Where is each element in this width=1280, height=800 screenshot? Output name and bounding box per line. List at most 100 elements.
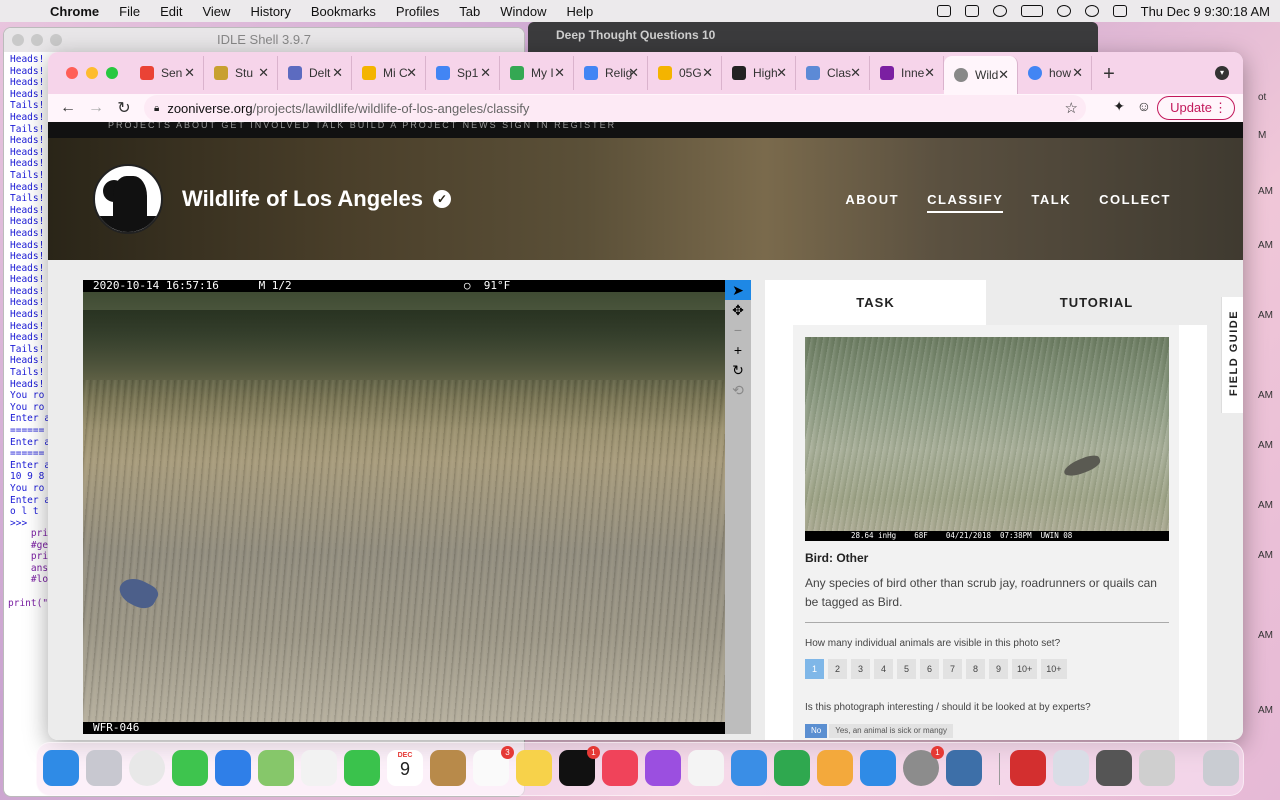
nav-about[interactable]: ABOUT [845, 192, 899, 213]
count-5[interactable]: 5 [897, 659, 916, 679]
tab-slides-05g[interactable]: 05G ✕ [648, 56, 722, 90]
close-tab-icon[interactable]: ✕ [554, 65, 565, 81]
new-tab-button[interactable]: + [1092, 63, 1126, 86]
tab-gmail[interactable]: Sen ✕ [130, 56, 204, 90]
subject-image[interactable]: 2020-10-14 16:57:16 M 1/2 ○ 91°F WFR-046 [83, 280, 725, 734]
close-tab-icon[interactable]: ✕ [258, 65, 269, 81]
nav-collect[interactable]: COLLECT [1099, 192, 1171, 213]
menu-edit[interactable]: Edit [150, 4, 192, 19]
pan-tool-icon[interactable]: ✥ [725, 300, 751, 320]
tab-drive[interactable]: My I ✕ [500, 56, 574, 90]
count-9[interactable]: 9 [989, 659, 1008, 679]
preview-icon[interactable] [1053, 750, 1089, 786]
tab-docs-religion[interactable]: Relig ✕ [574, 56, 648, 90]
minimize-dot[interactable] [31, 34, 43, 46]
count-3[interactable]: 3 [851, 659, 870, 679]
tab-inner[interactable]: Inne ✕ [870, 56, 944, 90]
contacts-icon[interactable] [430, 750, 466, 786]
tab-delta[interactable]: Delt ✕ [278, 56, 352, 90]
profile-avatar[interactable]: ☺ [1137, 98, 1151, 114]
keynote-icon[interactable] [731, 750, 767, 786]
reload-button[interactable]: ↻ [110, 98, 138, 118]
lock-icon[interactable]: 🔒︎ [154, 103, 159, 114]
facetime-icon[interactable] [344, 750, 380, 786]
messages-icon[interactable] [172, 750, 208, 786]
close-tab-icon[interactable]: ✕ [776, 65, 787, 81]
count-1[interactable]: 1 [805, 659, 824, 679]
menu-window[interactable]: Window [490, 4, 556, 19]
answer-no[interactable]: No [805, 724, 828, 738]
close-tab-icon[interactable]: ✕ [924, 65, 935, 81]
focus-moon-icon[interactable] [992, 5, 1007, 17]
maps-icon[interactable] [258, 750, 294, 786]
close-tab-icon[interactable]: ✕ [332, 65, 343, 81]
menu-history[interactable]: History [240, 4, 300, 19]
field-guide-button[interactable]: FIELD GUIDE [1221, 297, 1243, 413]
zoom-dot[interactable] [50, 34, 62, 46]
finder-icon[interactable] [43, 750, 79, 786]
tab-wildlife-active[interactable]: Wild ✕ [944, 56, 1018, 94]
reset-icon[interactable]: ⟲ [725, 380, 751, 400]
extensions-puzzle-icon[interactable]: ✦ [1113, 98, 1125, 115]
trash-icon[interactable] [1203, 750, 1239, 786]
zoom-in-icon[interactable]: + [725, 340, 751, 360]
close-tab-icon[interactable]: ✕ [702, 65, 713, 81]
back-button[interactable]: ← [54, 99, 82, 117]
menu-profiles[interactable]: Profiles [386, 4, 449, 19]
menu-file[interactable]: File [109, 4, 150, 19]
tab-classroom[interactable]: Clas ✕ [796, 56, 870, 90]
menu-help[interactable]: Help [557, 4, 604, 19]
answer-yes-sick[interactable]: Yes, an animal is sick or mangy [829, 724, 953, 738]
nav-talk[interactable]: TALK [1031, 192, 1071, 213]
calendar-icon[interactable]: DEC 9 [387, 750, 423, 786]
close-tab-icon[interactable]: ✕ [850, 65, 861, 81]
address-bar[interactable]: 🔒︎ zooniverse.org /projects/lawildlife/w… [144, 95, 1086, 121]
idle-title-bar[interactable]: IDLE Shell 3.9.7 [4, 28, 524, 52]
app-store-icon[interactable] [860, 750, 896, 786]
printer-icon[interactable] [1139, 750, 1175, 786]
zoom-window-button[interactable] [106, 67, 118, 79]
close-tab-icon[interactable]: ✕ [628, 65, 639, 81]
music-icon[interactable] [602, 750, 638, 786]
zoom-out-icon[interactable]: − [725, 320, 751, 340]
nav-classify[interactable]: CLASSIFY [927, 192, 1004, 213]
close-window-button[interactable] [66, 67, 78, 79]
tab-student[interactable]: Stu ✕ [204, 56, 278, 90]
photos-icon[interactable] [301, 750, 337, 786]
menu-view[interactable]: View [192, 4, 240, 19]
close-tab-icon[interactable]: ✕ [998, 67, 1009, 83]
pointer-tool-icon[interactable]: ➤ [725, 280, 751, 300]
spotlight-search-icon[interactable] [1084, 5, 1099, 17]
tab-slides[interactable]: Mi C ✕ [352, 56, 426, 90]
calculator-icon[interactable] [1096, 750, 1132, 786]
status-app-icon[interactable] [936, 5, 951, 17]
status-app-icon-2[interactable] [964, 5, 979, 17]
close-tab-icon[interactable]: ✕ [480, 65, 491, 81]
photo-booth-icon[interactable] [1010, 750, 1046, 786]
menu-tab[interactable]: Tab [449, 4, 490, 19]
minimize-window-button[interactable] [86, 67, 98, 79]
mail-icon[interactable] [215, 750, 251, 786]
count-2[interactable]: 2 [828, 659, 847, 679]
tab-google-search[interactable]: how ✕ [1018, 56, 1092, 90]
menubar-clock[interactable]: Thu Dec 9 9:30:18 AM [1141, 4, 1270, 19]
battery-icon[interactable] [1020, 5, 1043, 17]
zooniverse-top-nav[interactable]: PROJECTS ABOUT GET INVOLVED TALK BUILD A… [48, 122, 1243, 138]
close-tab-icon[interactable]: ✕ [406, 65, 417, 81]
numbers-icon[interactable] [774, 750, 810, 786]
forward-button[interactable]: → [82, 99, 110, 117]
close-tab-icon[interactable]: ✕ [184, 65, 195, 81]
count-4[interactable]: 4 [874, 659, 893, 679]
tab-high[interactable]: High ✕ [722, 56, 796, 90]
notes-icon[interactable] [516, 750, 552, 786]
launchpad-icon[interactable] [86, 750, 122, 786]
count-6[interactable]: 6 [920, 659, 939, 679]
idle-code-behind[interactable]: pri #ge pri ans #lo print(" [4, 528, 48, 609]
count-7[interactable]: 7 [943, 659, 962, 679]
count-10-plus-alt[interactable]: 10+ [1041, 659, 1067, 679]
control-center-icon[interactable] [1112, 5, 1127, 17]
update-button[interactable]: Update [1157, 96, 1235, 120]
project-title[interactable]: Wildlife of Los Angeles [182, 186, 423, 212]
menu-bookmarks[interactable]: Bookmarks [301, 4, 386, 19]
python-idle-icon[interactable] [946, 750, 982, 786]
